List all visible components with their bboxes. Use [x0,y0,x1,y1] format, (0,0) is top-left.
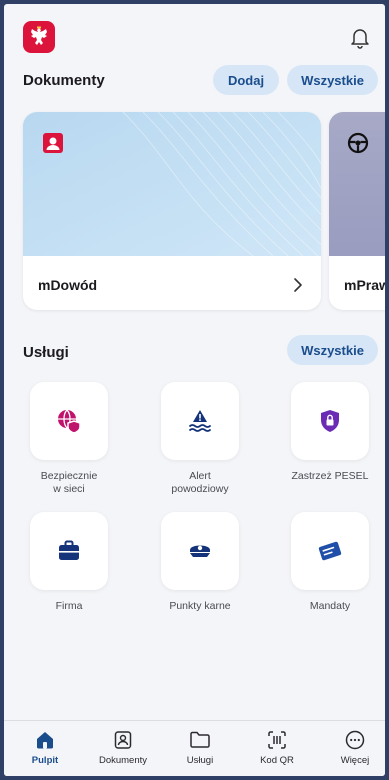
globe-shield-icon [58,409,81,434]
service-firma[interactable]: Firma [21,512,117,613]
home-icon [37,732,53,749]
notifications-button[interactable] [349,26,371,50]
tab-label: Więcej [340,755,370,766]
tab-label: Dokumenty [98,755,148,766]
service-tile [30,382,108,460]
service-tile [291,512,369,590]
service-label: Alert powodziowy [171,470,229,495]
service-label: Zastrzeż PESEL [291,470,369,482]
document-card-mdowod[interactable]: mDowód [23,112,321,310]
eagle-icon [31,26,47,45]
all-documents-button[interactable]: Wszystkie [287,65,378,95]
card-artwork [23,112,321,257]
briefcase-icon [59,540,79,560]
tab-label: Kod QR [260,755,294,766]
service-zastrzez-pesel[interactable]: Zastrzeż PESEL [282,382,378,483]
steering-wheel-icon [347,132,369,154]
service-tile [30,512,108,590]
lock-shield-icon [321,410,339,432]
service-alert-powodziowy[interactable]: Alert powodziowy [152,382,248,496]
polish-eagle-logo [23,21,55,53]
document-card-mprawo-jazdy[interactable]: mPraw [329,112,385,310]
flood-alert-icon [189,410,211,432]
service-label: Mandaty [309,600,351,612]
service-label: Bezpiecznie w sieci [40,470,98,495]
police-cap-icon [190,545,210,557]
service-label: Firma [55,600,83,612]
more-icon [345,730,365,750]
id-person-icon [43,133,63,153]
service-tile [161,382,239,460]
add-document-button[interactable]: Dodaj [213,65,279,95]
document-icon [114,731,132,749]
tab-label: Pulpit [31,755,59,766]
documents-title: Dokumenty [23,72,105,89]
card-wave-pattern [23,112,321,257]
top-bar [4,4,385,64]
service-tile [291,382,369,460]
qr-scan-icon [268,731,286,749]
chevron-right-icon [294,278,302,292]
tab-uslugi[interactable]: Usługi [162,729,238,766]
service-punkty-karne[interactable]: Punkty karne [152,512,248,613]
service-tile [161,512,239,590]
tab-dokumenty[interactable]: Dokumenty [85,729,161,766]
all-services-button[interactable]: Wszystkie [287,335,378,365]
tab-pulpit[interactable]: Pulpit [7,729,83,766]
service-mandaty[interactable]: Mandaty [282,512,378,613]
app-screen: Dokumenty Dodaj Wszystkie mDowód mPraw U… [4,4,385,776]
service-bezpiecznie-w-sieci[interactable]: Bezpiecznie w sieci [21,382,117,496]
tab-label: Usługi [186,755,214,766]
services-title: Usługi [23,344,69,361]
tab-kod-qr[interactable]: Kod QR [239,729,315,766]
folder-icon [190,731,210,748]
service-label: Punkty karne [169,600,231,612]
card-artwork [329,112,385,256]
tab-wiecej[interactable]: Więcej [317,729,385,766]
card-label: mPraw [344,277,385,293]
bell-icon [351,29,369,49]
ticket-icon [318,541,342,561]
bottom-tab-bar: Pulpit Dokumenty Usługi Kod QR Więcej [4,720,385,776]
card-label: mDowód [38,277,98,293]
